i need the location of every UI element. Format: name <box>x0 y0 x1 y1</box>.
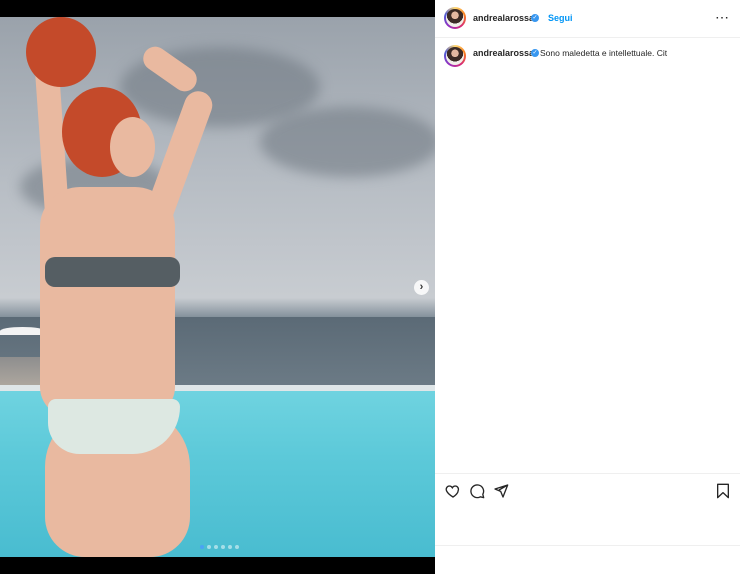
carousel-dot <box>200 545 204 549</box>
carousel-indicator <box>200 545 239 549</box>
caption-text: Sono maledetta e intellettuale. Cit <box>540 48 668 58</box>
carousel-dot <box>228 545 232 549</box>
verified-badge-icon: ✓ <box>531 14 539 22</box>
carousel-dot <box>214 545 218 549</box>
post-photo[interactable] <box>0 17 435 557</box>
action-bar <box>435 473 740 546</box>
next-slide-button[interactable]: › <box>414 280 429 295</box>
more-options-icon[interactable]: ⋯ <box>715 9 729 26</box>
comment-icon[interactable] <box>469 483 485 499</box>
post-header: andrealarossa ✓ Segui ⋯ <box>435 0 740 38</box>
verified-badge-icon: ✓ <box>531 49 539 57</box>
caption-username[interactable]: andrealarossa <box>473 48 534 58</box>
follow-button[interactable]: Segui <box>548 13 573 23</box>
share-icon[interactable] <box>493 483 509 499</box>
carousel-dot <box>235 545 239 549</box>
carousel-dot <box>207 545 211 549</box>
post-media: › <box>0 0 435 574</box>
heart-icon[interactable] <box>445 483 461 499</box>
post-side-panel: andrealarossa ✓ Segui ⋯ andrealarossa ✓ … <box>435 0 740 574</box>
avatar[interactable] <box>444 45 466 67</box>
carousel-dot <box>221 545 225 549</box>
header-username[interactable]: andrealarossa <box>473 13 534 23</box>
bookmark-icon[interactable] <box>715 483 731 499</box>
avatar[interactable] <box>444 7 466 29</box>
divider <box>435 545 740 546</box>
